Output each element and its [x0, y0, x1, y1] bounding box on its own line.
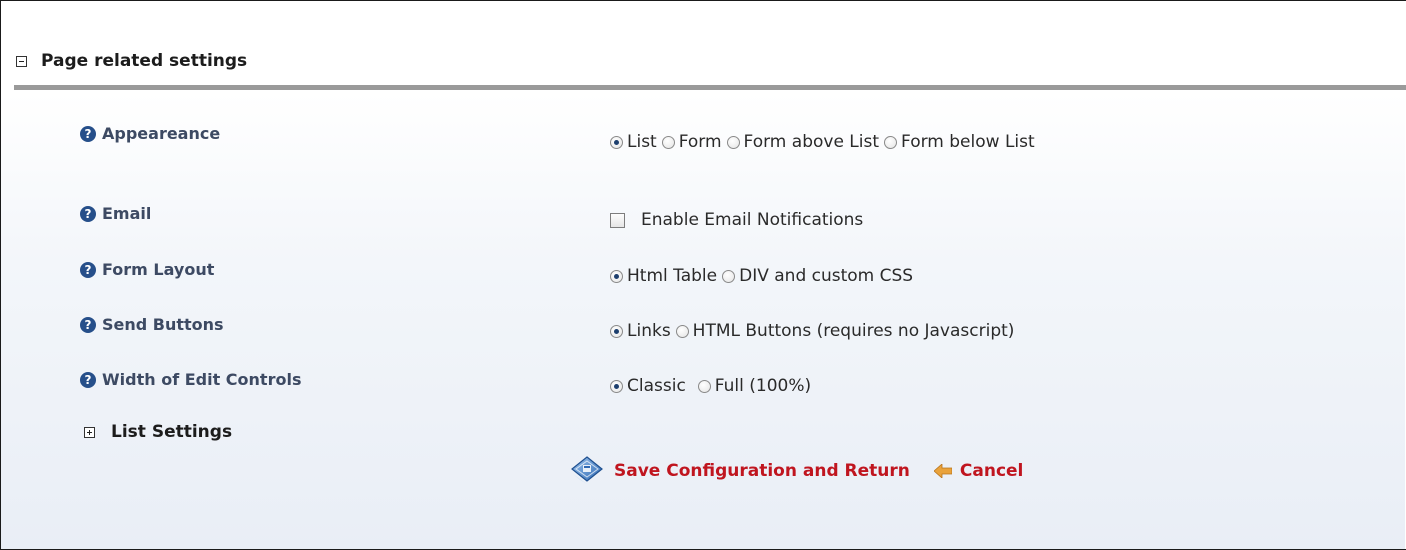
- edit-width-label-row: ? Width of Edit Controls: [80, 370, 301, 389]
- appearance-option-list[interactable]: List: [610, 132, 657, 152]
- option-label: Form: [678, 132, 722, 152]
- option-label: Form above List: [743, 132, 880, 152]
- cancel-button[interactable]: Cancel: [910, 461, 1023, 481]
- send-buttons-label-row: ? Send Buttons: [80, 315, 224, 334]
- option-label: Full (100%): [714, 376, 812, 396]
- appearance-label: Appeareance: [102, 124, 221, 143]
- email-notifications-checkbox[interactable]: [610, 212, 625, 228]
- appearance-option-form[interactable]: Form: [661, 132, 722, 152]
- save-diamond-icon: [571, 456, 603, 484]
- email-control: Enable Email Notifications: [610, 210, 863, 230]
- radio-button[interactable]: [884, 135, 898, 149]
- radio-button[interactable]: [722, 269, 736, 283]
- radio-button[interactable]: [610, 379, 623, 393]
- appearance-option-form-above-list[interactable]: Form above List: [726, 132, 880, 152]
- appearance-option-form-below-list[interactable]: Form below List: [884, 132, 1035, 152]
- help-icon[interactable]: ?: [80, 371, 96, 388]
- form-layout-label-row: ? Form Layout: [80, 260, 214, 279]
- email-label-row: ? Email: [80, 204, 151, 223]
- email-label: Email: [102, 204, 152, 223]
- send-buttons-radio-group: Links HTML Buttons (requires no Javascri…: [610, 321, 1019, 341]
- send-buttons-option-links[interactable]: Links: [610, 321, 671, 341]
- radio-button[interactable]: [661, 135, 675, 149]
- appearance-radio-group: List Form Form above List Form below Lis…: [610, 132, 1040, 152]
- radio-button[interactable]: [675, 324, 689, 338]
- section-divider: [14, 85, 1406, 90]
- form-layout-radio-group: Html Table DIV and custom CSS: [610, 266, 918, 286]
- form-layout-option-div-css[interactable]: DIV and custom CSS: [722, 266, 913, 286]
- panel-top-border: [0, 0, 1406, 1]
- back-arrow-icon: [933, 464, 952, 478]
- save-button[interactable]: Save Configuration and Return: [570, 456, 910, 486]
- option-label: HTML Buttons (requires no Javascript): [692, 321, 1015, 341]
- edit-width-option-full[interactable]: Full (100%): [697, 376, 812, 396]
- save-label: Save Configuration and Return: [614, 461, 910, 481]
- option-label: DIV and custom CSS: [739, 266, 914, 286]
- radio-button[interactable]: [610, 135, 623, 149]
- help-icon[interactable]: ?: [80, 205, 96, 222]
- list-settings-header: List Settings: [84, 422, 232, 442]
- appearance-label-row: ? Appeareance: [80, 124, 220, 143]
- option-label: Links: [627, 321, 671, 341]
- send-buttons-label: Send Buttons: [102, 315, 224, 334]
- option-label: Html Table: [627, 266, 718, 286]
- section-title: Page related settings: [41, 51, 248, 71]
- cancel-label: Cancel: [959, 461, 1024, 481]
- list-settings-title[interactable]: List Settings: [111, 422, 232, 442]
- form-layout-label: Form Layout: [102, 260, 215, 279]
- edit-width-label: Width of Edit Controls: [102, 370, 302, 389]
- form-layout-option-html-table[interactable]: Html Table: [610, 266, 717, 286]
- radio-button[interactable]: [610, 324, 623, 338]
- radio-button[interactable]: [697, 379, 711, 393]
- edit-width-radio-group: Classic Full (100%): [610, 376, 816, 396]
- section-header: Page related settings: [16, 44, 1406, 78]
- expand-plus-icon[interactable]: [84, 426, 95, 438]
- help-icon[interactable]: ?: [80, 125, 96, 142]
- collapse-minus-icon[interactable]: [16, 55, 27, 67]
- edit-width-option-classic[interactable]: Classic: [610, 376, 686, 396]
- option-label: Classic: [627, 376, 686, 396]
- send-buttons-option-html-buttons[interactable]: HTML Buttons (requires no Javascript): [675, 321, 1015, 341]
- option-label: Form below List: [901, 132, 1035, 152]
- option-label: List: [627, 132, 657, 152]
- help-icon[interactable]: ?: [80, 261, 96, 278]
- help-icon[interactable]: ?: [80, 316, 96, 333]
- radio-button[interactable]: [726, 135, 740, 149]
- radio-button[interactable]: [610, 269, 623, 283]
- action-bar: Save Configuration and Return Cancel: [570, 456, 1023, 486]
- email-notifications-label: Enable Email Notifications: [641, 210, 864, 230]
